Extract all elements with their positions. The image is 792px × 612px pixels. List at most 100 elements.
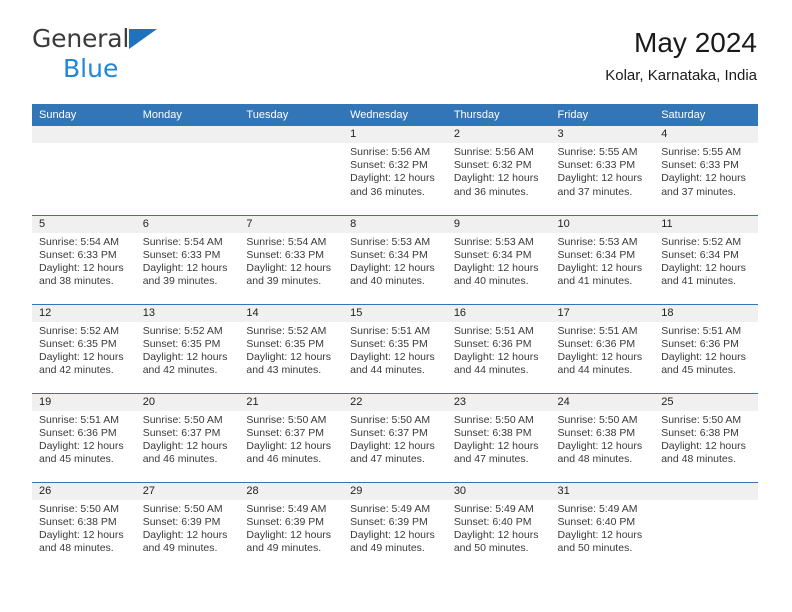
day-details: Sunrise: 5:56 AM Sunset: 6:32 PM Daylight:…	[447, 143, 551, 199]
day-details: Sunrise: 5:50 AM Sunset: 6:37 PM Daylight:…	[136, 411, 240, 467]
day-details: Sunrise: 5:50 AM Sunset: 6:38 PM Daylight:…	[654, 411, 758, 467]
day-number: 21	[239, 393, 344, 411]
calendar-week-row: 1 Sunrise: 5:56 AM Sunset: 6:32 PM Daylight…	[32, 126, 758, 215]
calendar-day-cell[interactable]: 29 Sunrise: 5:49 AM Sunset: 6:39 PM Dayligh…	[343, 481, 447, 571]
calendar-day-cell[interactable]: 10 Sunrise: 5:53 AM Sunset: 6:34 PM Dayligh…	[550, 214, 655, 304]
day-details: Sunrise: 5:49 AM Sunset: 6:40 PM Daylight:…	[447, 500, 551, 556]
day-cell-inner: 12 Sunrise: 5:52 AM Sunset: 6:35 PM Dayligh…	[32, 304, 136, 393]
day-cell-inner: 31 Sunrise: 5:49 AM Sunset: 6:40 PM Dayligh…	[550, 482, 655, 571]
daylight-text: Daylight: 12 hours and 48 minutes.	[661, 439, 746, 466]
day-number: 31	[550, 482, 655, 500]
day-number: 7	[239, 215, 344, 233]
sunrise-text: Sunrise: 5:50 AM	[142, 502, 223, 515]
day-cell-inner: 3 Sunrise: 5:55 AM Sunset: 6:33 PM Daylight…	[550, 126, 655, 214]
daylight-text: Daylight: 12 hours and 44 minutes.	[453, 350, 539, 377]
day-details: Sunrise: 5:50 AM Sunset: 6:39 PM Daylight:…	[136, 500, 240, 556]
calendar-day-cell[interactable]: 1 Sunrise: 5:56 AM Sunset: 6:32 PM Daylight…	[343, 126, 447, 215]
calendar-day-cell[interactable]: 15 Sunrise: 5:51 AM Sunset: 6:35 PM Dayligh…	[343, 303, 447, 393]
sunset-text: Sunset: 6:35 PM	[350, 337, 428, 350]
day-details: Sunrise: 5:53 AM Sunset: 6:34 PM Daylight:…	[447, 233, 551, 289]
sunrise-text: Sunrise: 5:55 AM	[661, 146, 742, 158]
daylight-text: Daylight: 12 hours and 46 minutes.	[246, 439, 332, 466]
calendar-day-cell[interactable]: 14 Sunrise: 5:52 AM Sunset: 6:35 PM Dayligh…	[239, 303, 344, 393]
day-cell-inner: 4 Sunrise: 5:55 AM Sunset: 6:33 PM Daylight…	[654, 126, 758, 214]
calendar-day-cell[interactable]: 5 Sunrise: 5:54 AM Sunset: 6:33 PM Daylight…	[32, 214, 136, 304]
calendar-day-cell[interactable]: 18 Sunrise: 5:51 AM Sunset: 6:36 PM Dayligh…	[654, 303, 758, 393]
sunrise-text: Sunrise: 5:51 AM	[350, 324, 431, 337]
calendar-day-cell[interactable]: 3 Sunrise: 5:55 AM Sunset: 6:33 PM Daylight…	[550, 126, 655, 215]
calendar-day-cell[interactable]: 4 Sunrise: 5:55 AM Sunset: 6:33 PM Daylight…	[654, 126, 758, 215]
daylight-text: Daylight: 12 hours and 41 minutes.	[661, 261, 746, 288]
logo-text-general: General	[32, 24, 130, 53]
calendar-day-cell[interactable]: 22 Sunrise: 5:50 AM Sunset: 6:37 PM Dayligh…	[343, 392, 447, 482]
calendar-day-cell-empty	[239, 126, 344, 215]
day-details: Sunrise: 5:51 AM Sunset: 6:36 PM Daylight:…	[32, 411, 136, 467]
calendar-day-cell[interactable]: 25 Sunrise: 5:50 AM Sunset: 6:38 PM Dayligh…	[654, 392, 758, 482]
day-details: Sunrise: 5:53 AM Sunset: 6:34 PM Daylight:…	[343, 233, 447, 289]
calendar-day-cell[interactable]: 11 Sunrise: 5:52 AM Sunset: 6:34 PM Dayligh…	[654, 214, 758, 304]
calendar-day-cell[interactable]: 8 Sunrise: 5:53 AM Sunset: 6:34 PM Daylight…	[343, 214, 447, 304]
day-number: 22	[343, 393, 447, 411]
calendar-day-cell[interactable]: 7 Sunrise: 5:54 AM Sunset: 6:33 PM Daylight…	[239, 214, 344, 304]
sunrise-text: Sunrise: 5:50 AM	[453, 413, 534, 426]
day-number: 20	[135, 393, 240, 411]
calendar-day-cell[interactable]: 12 Sunrise: 5:52 AM Sunset: 6:35 PM Dayligh…	[32, 303, 136, 393]
calendar-header-row-group: Sunday Monday Tuesday Wednesday Thursday Frid…	[32, 104, 758, 126]
day-details: Sunrise: 5:52 AM Sunset: 6:35 PM Daylight:…	[32, 322, 136, 378]
calendar-page: General Blue May 2024 Kolar, Karnataka, …	[0, 0, 792, 612]
day-cell-inner: 21 Sunrise: 5:50 AM Sunset: 6:37 PM Dayligh…	[239, 393, 344, 482]
sunset-text: Sunset: 6:36 PM	[453, 337, 532, 350]
day-details: Sunrise: 5:54 AM Sunset: 6:33 PM Daylight:…	[32, 233, 136, 289]
sunset-text: Sunset: 6:32 PM	[350, 159, 428, 172]
calendar-day-cell[interactable]: 23 Sunrise: 5:50 AM Sunset: 6:38 PM Dayligh…	[446, 392, 551, 482]
day-details: Sunrise: 5:52 AM Sunset: 6:35 PM Daylight:…	[136, 322, 240, 378]
sunrise-text: Sunrise: 5:50 AM	[350, 413, 431, 426]
daylight-text: Daylight: 12 hours and 36 minutes.	[350, 172, 435, 198]
sunrise-text: Sunrise: 5:52 AM	[246, 324, 327, 337]
day-details: Sunrise: 5:51 AM Sunset: 6:35 PM Daylight:…	[343, 322, 447, 378]
calendar-day-cell[interactable]: 24 Sunrise: 5:50 AM Sunset: 6:38 PM Dayligh…	[550, 392, 655, 482]
day-number: 2	[446, 126, 551, 143]
sunset-text: Sunset: 6:33 PM	[39, 248, 117, 261]
daylight-text: Daylight: 12 hours and 43 minutes.	[246, 350, 332, 377]
calendar-day-cell[interactable]: 26 Sunrise: 5:50 AM Sunset: 6:38 PM Dayligh…	[32, 481, 136, 571]
sunset-text: Sunset: 6:39 PM	[142, 515, 221, 528]
calendar-day-cell[interactable]: 31 Sunrise: 5:49 AM Sunset: 6:40 PM Dayligh…	[550, 481, 655, 571]
calendar-day-cell[interactable]: 6 Sunrise: 5:54 AM Sunset: 6:33 PM Daylight…	[135, 214, 240, 304]
sunrise-text: Sunrise: 5:50 AM	[142, 413, 223, 426]
calendar-day-cell[interactable]: 28 Sunrise: 5:49 AM Sunset: 6:39 PM Dayligh…	[239, 481, 344, 571]
calendar-day-cell[interactable]: 17 Sunrise: 5:51 AM Sunset: 6:36 PM Dayligh…	[550, 303, 655, 393]
sunset-text: Sunset: 6:38 PM	[661, 426, 739, 439]
day-number: 23	[446, 393, 551, 411]
sunset-text: Sunset: 6:34 PM	[350, 248, 428, 261]
calendar-day-cell[interactable]: 9 Sunrise: 5:53 AM Sunset: 6:34 PM Daylight…	[446, 214, 551, 304]
daylight-text: Daylight: 12 hours and 45 minutes.	[661, 350, 746, 377]
sunrise-text: Sunrise: 5:49 AM	[557, 502, 638, 515]
sunset-text: Sunset: 6:33 PM	[246, 248, 325, 261]
day-details: Sunrise: 5:49 AM Sunset: 6:39 PM Daylight:…	[343, 500, 447, 556]
calendar-day-cell[interactable]: 16 Sunrise: 5:51 AM Sunset: 6:36 PM Dayligh…	[446, 303, 551, 393]
calendar-day-cell[interactable]: 2 Sunrise: 5:56 AM Sunset: 6:32 PM Daylight…	[446, 126, 551, 215]
calendar-day-cell[interactable]: 19 Sunrise: 5:51 AM Sunset: 6:36 PM Dayligh…	[32, 392, 136, 482]
sunset-text: Sunset: 6:36 PM	[661, 337, 739, 350]
calendar-day-cell[interactable]: 27 Sunrise: 5:50 AM Sunset: 6:39 PM Dayligh…	[135, 481, 240, 571]
calendar-day-cell[interactable]: 20 Sunrise: 5:50 AM Sunset: 6:37 PM Dayligh…	[135, 392, 240, 482]
day-number: 27	[135, 482, 240, 500]
day-details: Sunrise: 5:56 AM Sunset: 6:32 PM Daylight:…	[343, 143, 447, 199]
day-number: 8	[343, 215, 447, 233]
sunset-text: Sunset: 6:37 PM	[350, 426, 428, 439]
daylight-text: Daylight: 12 hours and 42 minutes.	[142, 350, 228, 377]
calendar-day-cell[interactable]: 13 Sunrise: 5:52 AM Sunset: 6:35 PM Dayligh…	[135, 303, 240, 393]
day-cell-inner: 17 Sunrise: 5:51 AM Sunset: 6:36 PM Dayligh…	[550, 304, 655, 393]
calendar-body: 1 Sunrise: 5:56 AM Sunset: 6:32 PM Daylight…	[32, 126, 758, 571]
day-details: Sunrise: 5:51 AM Sunset: 6:36 PM Daylight:…	[551, 322, 655, 378]
daylight-text: Daylight: 12 hours and 48 minutes.	[557, 439, 643, 466]
day-details: Sunrise: 5:51 AM Sunset: 6:36 PM Daylight:…	[654, 322, 758, 378]
calendar-day-cell[interactable]: 21 Sunrise: 5:50 AM Sunset: 6:37 PM Dayligh…	[239, 392, 344, 482]
calendar-day-cell[interactable]: 30 Sunrise: 5:49 AM Sunset: 6:40 PM Dayligh…	[446, 481, 551, 571]
daylight-text: Daylight: 12 hours and 47 minutes.	[350, 439, 435, 466]
day-details: Sunrise: 5:50 AM Sunset: 6:38 PM Daylight:…	[551, 411, 655, 467]
sunrise-text: Sunrise: 5:49 AM	[453, 502, 534, 515]
day-details: Sunrise: 5:52 AM Sunset: 6:34 PM Daylight:…	[654, 233, 758, 289]
day-cell-inner: 15 Sunrise: 5:51 AM Sunset: 6:35 PM Dayligh…	[343, 304, 447, 393]
